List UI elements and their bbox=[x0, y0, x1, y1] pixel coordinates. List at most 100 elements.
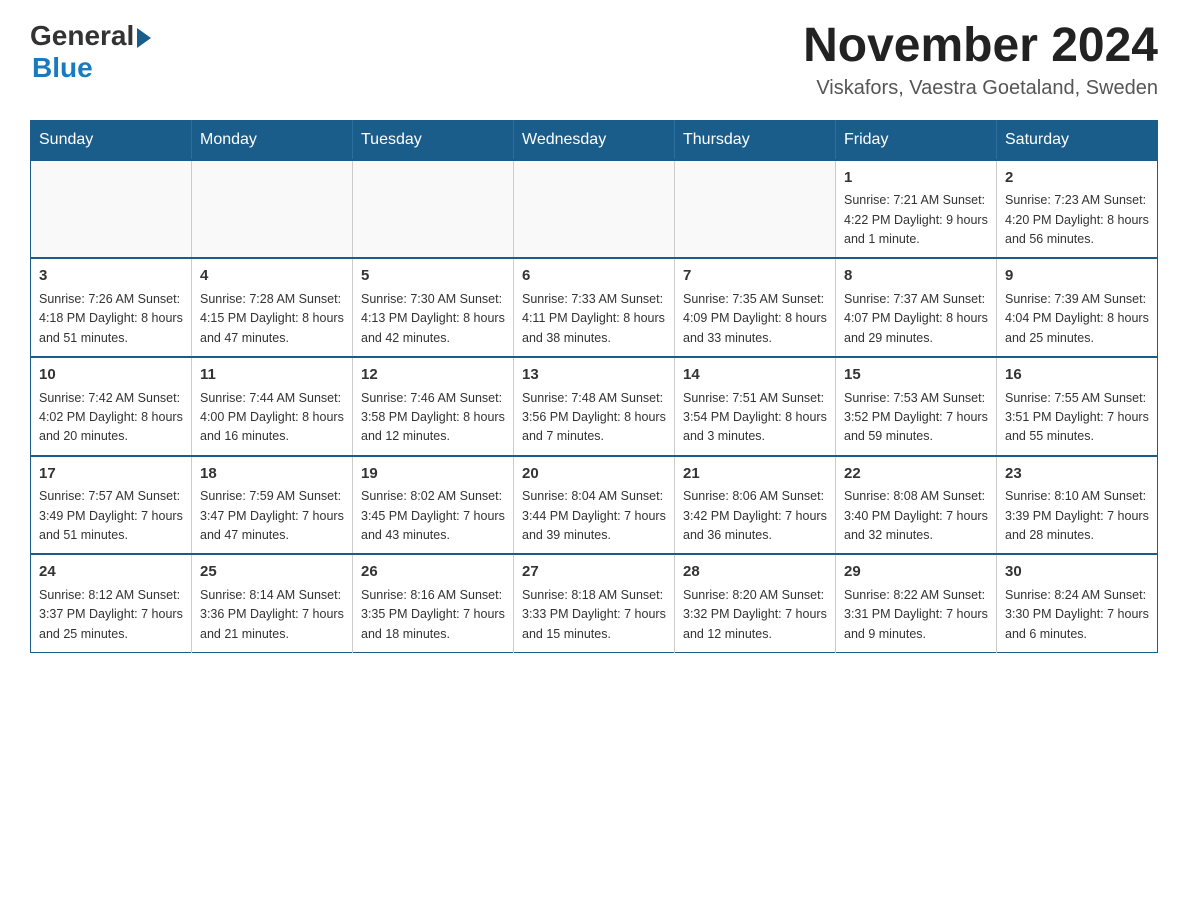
calendar-day-cell: 16Sunrise: 7:55 AM Sunset: 3:51 PM Dayli… bbox=[997, 357, 1158, 456]
calendar-day-cell: 4Sunrise: 7:28 AM Sunset: 4:15 PM Daylig… bbox=[192, 258, 353, 357]
day-number: 2 bbox=[1005, 167, 1149, 190]
day-info: Sunrise: 7:59 AM Sunset: 3:47 PM Dayligh… bbox=[200, 487, 344, 545]
day-number: 12 bbox=[361, 364, 505, 387]
day-info: Sunrise: 7:48 AM Sunset: 3:56 PM Dayligh… bbox=[522, 389, 666, 447]
day-info: Sunrise: 7:57 AM Sunset: 3:49 PM Dayligh… bbox=[39, 487, 183, 545]
calendar-day-cell: 14Sunrise: 7:51 AM Sunset: 3:54 PM Dayli… bbox=[675, 357, 836, 456]
day-number: 10 bbox=[39, 364, 183, 387]
day-number: 16 bbox=[1005, 364, 1149, 387]
day-number: 22 bbox=[844, 463, 988, 486]
day-number: 7 bbox=[683, 265, 827, 288]
calendar-day-cell: 21Sunrise: 8:06 AM Sunset: 3:42 PM Dayli… bbox=[675, 456, 836, 555]
day-number: 29 bbox=[844, 561, 988, 584]
day-info: Sunrise: 7:44 AM Sunset: 4:00 PM Dayligh… bbox=[200, 389, 344, 447]
calendar-day-cell: 27Sunrise: 8:18 AM Sunset: 3:33 PM Dayli… bbox=[514, 554, 675, 652]
logo-general-text: General bbox=[30, 20, 134, 52]
calendar-day-cell: 9Sunrise: 7:39 AM Sunset: 4:04 PM Daylig… bbox=[997, 258, 1158, 357]
day-info: Sunrise: 7:28 AM Sunset: 4:15 PM Dayligh… bbox=[200, 290, 344, 348]
day-info: Sunrise: 7:33 AM Sunset: 4:11 PM Dayligh… bbox=[522, 290, 666, 348]
calendar-day-header: Thursday bbox=[675, 120, 836, 160]
calendar-day-cell bbox=[353, 160, 514, 259]
day-info: Sunrise: 8:22 AM Sunset: 3:31 PM Dayligh… bbox=[844, 586, 988, 644]
calendar-day-header: Sunday bbox=[31, 120, 192, 160]
day-info: Sunrise: 7:21 AM Sunset: 4:22 PM Dayligh… bbox=[844, 191, 988, 249]
day-number: 18 bbox=[200, 463, 344, 486]
calendar-day-cell bbox=[31, 160, 192, 259]
day-info: Sunrise: 8:14 AM Sunset: 3:36 PM Dayligh… bbox=[200, 586, 344, 644]
calendar-week-row: 3Sunrise: 7:26 AM Sunset: 4:18 PM Daylig… bbox=[31, 258, 1158, 357]
calendar-day-cell: 5Sunrise: 7:30 AM Sunset: 4:13 PM Daylig… bbox=[353, 258, 514, 357]
month-year-title: November 2024 bbox=[803, 20, 1158, 73]
calendar-day-cell: 28Sunrise: 8:20 AM Sunset: 3:32 PM Dayli… bbox=[675, 554, 836, 652]
calendar-day-cell: 23Sunrise: 8:10 AM Sunset: 3:39 PM Dayli… bbox=[997, 456, 1158, 555]
day-info: Sunrise: 7:26 AM Sunset: 4:18 PM Dayligh… bbox=[39, 290, 183, 348]
day-number: 14 bbox=[683, 364, 827, 387]
calendar-day-header: Wednesday bbox=[514, 120, 675, 160]
day-number: 24 bbox=[39, 561, 183, 584]
day-info: Sunrise: 8:06 AM Sunset: 3:42 PM Dayligh… bbox=[683, 487, 827, 545]
day-number: 17 bbox=[39, 463, 183, 486]
day-number: 8 bbox=[844, 265, 988, 288]
calendar-day-cell: 15Sunrise: 7:53 AM Sunset: 3:52 PM Dayli… bbox=[836, 357, 997, 456]
day-info: Sunrise: 7:37 AM Sunset: 4:07 PM Dayligh… bbox=[844, 290, 988, 348]
calendar-day-cell: 29Sunrise: 8:22 AM Sunset: 3:31 PM Dayli… bbox=[836, 554, 997, 652]
logo-blue-text: Blue bbox=[32, 52, 93, 84]
calendar-day-header: Tuesday bbox=[353, 120, 514, 160]
calendar-week-row: 1Sunrise: 7:21 AM Sunset: 4:22 PM Daylig… bbox=[31, 160, 1158, 259]
day-info: Sunrise: 7:39 AM Sunset: 4:04 PM Dayligh… bbox=[1005, 290, 1149, 348]
day-number: 23 bbox=[1005, 463, 1149, 486]
day-number: 9 bbox=[1005, 265, 1149, 288]
day-info: Sunrise: 8:16 AM Sunset: 3:35 PM Dayligh… bbox=[361, 586, 505, 644]
day-info: Sunrise: 8:04 AM Sunset: 3:44 PM Dayligh… bbox=[522, 487, 666, 545]
calendar-day-cell bbox=[192, 160, 353, 259]
day-number: 30 bbox=[1005, 561, 1149, 584]
day-info: Sunrise: 8:10 AM Sunset: 3:39 PM Dayligh… bbox=[1005, 487, 1149, 545]
calendar-day-cell: 20Sunrise: 8:04 AM Sunset: 3:44 PM Dayli… bbox=[514, 456, 675, 555]
calendar-day-cell bbox=[675, 160, 836, 259]
day-info: Sunrise: 7:53 AM Sunset: 3:52 PM Dayligh… bbox=[844, 389, 988, 447]
calendar-day-cell: 7Sunrise: 7:35 AM Sunset: 4:09 PM Daylig… bbox=[675, 258, 836, 357]
day-info: Sunrise: 8:12 AM Sunset: 3:37 PM Dayligh… bbox=[39, 586, 183, 644]
day-number: 5 bbox=[361, 265, 505, 288]
calendar-day-cell: 19Sunrise: 8:02 AM Sunset: 3:45 PM Dayli… bbox=[353, 456, 514, 555]
location-subtitle: Viskafors, Vaestra Goetaland, Sweden bbox=[803, 77, 1158, 100]
day-info: Sunrise: 8:20 AM Sunset: 3:32 PM Dayligh… bbox=[683, 586, 827, 644]
calendar-day-cell: 18Sunrise: 7:59 AM Sunset: 3:47 PM Dayli… bbox=[192, 456, 353, 555]
day-number: 15 bbox=[844, 364, 988, 387]
day-number: 3 bbox=[39, 265, 183, 288]
logo-arrow-icon bbox=[137, 28, 151, 48]
calendar-day-cell: 17Sunrise: 7:57 AM Sunset: 3:49 PM Dayli… bbox=[31, 456, 192, 555]
day-info: Sunrise: 7:30 AM Sunset: 4:13 PM Dayligh… bbox=[361, 290, 505, 348]
day-number: 13 bbox=[522, 364, 666, 387]
day-number: 1 bbox=[844, 167, 988, 190]
day-info: Sunrise: 7:42 AM Sunset: 4:02 PM Dayligh… bbox=[39, 389, 183, 447]
day-number: 26 bbox=[361, 561, 505, 584]
day-info: Sunrise: 8:24 AM Sunset: 3:30 PM Dayligh… bbox=[1005, 586, 1149, 644]
calendar-table: SundayMondayTuesdayWednesdayThursdayFrid… bbox=[30, 120, 1158, 653]
calendar-day-header: Monday bbox=[192, 120, 353, 160]
calendar-day-cell: 10Sunrise: 7:42 AM Sunset: 4:02 PM Dayli… bbox=[31, 357, 192, 456]
calendar-day-cell: 30Sunrise: 8:24 AM Sunset: 3:30 PM Dayli… bbox=[997, 554, 1158, 652]
day-number: 25 bbox=[200, 561, 344, 584]
calendar-week-row: 24Sunrise: 8:12 AM Sunset: 3:37 PM Dayli… bbox=[31, 554, 1158, 652]
day-number: 21 bbox=[683, 463, 827, 486]
day-number: 20 bbox=[522, 463, 666, 486]
day-info: Sunrise: 8:02 AM Sunset: 3:45 PM Dayligh… bbox=[361, 487, 505, 545]
calendar-day-cell: 13Sunrise: 7:48 AM Sunset: 3:56 PM Dayli… bbox=[514, 357, 675, 456]
day-info: Sunrise: 7:46 AM Sunset: 3:58 PM Dayligh… bbox=[361, 389, 505, 447]
calendar-day-cell: 3Sunrise: 7:26 AM Sunset: 4:18 PM Daylig… bbox=[31, 258, 192, 357]
calendar-day-cell: 22Sunrise: 8:08 AM Sunset: 3:40 PM Dayli… bbox=[836, 456, 997, 555]
calendar-day-cell: 1Sunrise: 7:21 AM Sunset: 4:22 PM Daylig… bbox=[836, 160, 997, 259]
day-number: 27 bbox=[522, 561, 666, 584]
calendar-day-cell: 24Sunrise: 8:12 AM Sunset: 3:37 PM Dayli… bbox=[31, 554, 192, 652]
calendar-day-cell: 8Sunrise: 7:37 AM Sunset: 4:07 PM Daylig… bbox=[836, 258, 997, 357]
calendar-day-cell: 12Sunrise: 7:46 AM Sunset: 3:58 PM Dayli… bbox=[353, 357, 514, 456]
calendar-week-row: 10Sunrise: 7:42 AM Sunset: 4:02 PM Dayli… bbox=[31, 357, 1158, 456]
calendar-day-cell: 26Sunrise: 8:16 AM Sunset: 3:35 PM Dayli… bbox=[353, 554, 514, 652]
day-info: Sunrise: 8:18 AM Sunset: 3:33 PM Dayligh… bbox=[522, 586, 666, 644]
day-number: 6 bbox=[522, 265, 666, 288]
title-section: November 2024 Viskafors, Vaestra Goetala… bbox=[803, 20, 1158, 100]
day-info: Sunrise: 7:51 AM Sunset: 3:54 PM Dayligh… bbox=[683, 389, 827, 447]
calendar-header-row: SundayMondayTuesdayWednesdayThursdayFrid… bbox=[31, 120, 1158, 160]
day-number: 19 bbox=[361, 463, 505, 486]
